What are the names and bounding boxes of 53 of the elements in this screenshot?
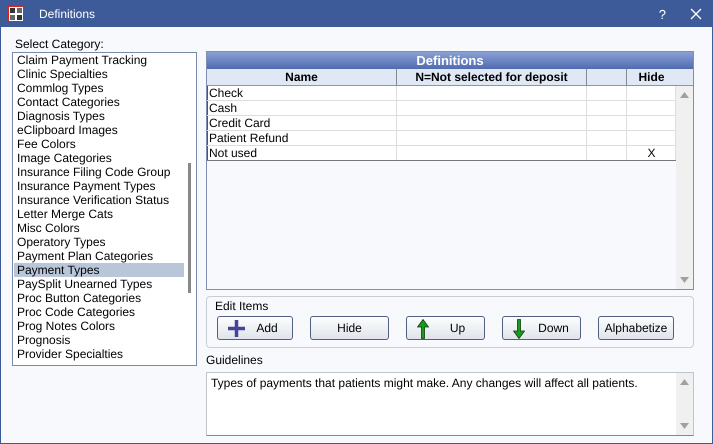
category-item[interactable]: Fee Colors — [14, 137, 184, 151]
edit-button[interactable]: Add — [217, 316, 293, 340]
category-item[interactable]: Image Categories — [14, 151, 184, 165]
category-item[interactable]: PaySplit Unearned Types — [14, 277, 184, 291]
category-item[interactable]: Misc Colors — [14, 221, 184, 235]
table-cell: Credit Card — [207, 116, 397, 130]
category-item[interactable]: Insurance Verification Status — [14, 193, 184, 207]
edit-button[interactable]: Down — [502, 316, 581, 340]
grid-title: Definitions — [207, 52, 693, 69]
edit-button[interactable]: Hide — [310, 316, 389, 340]
table-cell: Patient Refund — [207, 131, 397, 145]
category-item[interactable]: Proc Code Categories — [14, 305, 184, 319]
category-item[interactable]: Operatory Types — [14, 235, 184, 249]
group-label: Edit Items — [215, 299, 268, 313]
category-item[interactable]: Commlog Types — [14, 81, 184, 95]
category-item[interactable]: eClipboard Images — [14, 123, 184, 137]
scrollbar[interactable] — [676, 86, 693, 289]
help-button[interactable]: ? — [654, 6, 670, 22]
scroll-down-icon[interactable] — [680, 423, 689, 429]
guidelines-label: Guidelines — [206, 353, 264, 367]
edit-button[interactable]: Up — [406, 316, 485, 340]
category-item[interactable]: Provider Specialties — [14, 347, 184, 361]
close-icon[interactable] — [690, 8, 702, 20]
arrow-down-icon — [513, 319, 525, 339]
category-label: Select Category: — [15, 37, 105, 51]
table-cell: Check — [207, 86, 397, 100]
category-item[interactable]: Insurance Payment Types — [14, 179, 184, 193]
plus-icon — [228, 320, 245, 337]
category-item[interactable]: Prognosis — [14, 333, 184, 347]
scroll-up-icon[interactable] — [680, 92, 689, 98]
arrow-up-icon — [417, 319, 429, 339]
scroll-up-icon[interactable] — [680, 379, 689, 385]
category-item[interactable]: Proc Button Categories — [14, 291, 184, 305]
column-header: Hide — [637, 69, 666, 85]
edit-button[interactable]: Alphabetize — [598, 316, 674, 340]
category-item[interactable]: Payment Types — [14, 263, 184, 277]
category-item[interactable]: Letter Merge Cats — [14, 207, 184, 221]
window-title: Definitions — [39, 7, 96, 21]
category-item[interactable]: Insurance Filing Code Group — [14, 165, 184, 179]
table-cell: Not used — [207, 146, 397, 160]
category-item[interactable]: Contact Categories — [14, 95, 184, 109]
table-cell: Cash — [207, 101, 397, 115]
category-item[interactable]: Clinic Specialties — [14, 67, 184, 81]
scrollbar[interactable] — [676, 373, 693, 435]
category-item[interactable]: Prog Notes Colors — [14, 319, 184, 333]
category-item[interactable]: Diagnosis Types — [14, 109, 184, 123]
guidelines-field[interactable]: Types of payments that patients might make. Any changes will affect all patients. — [206, 372, 694, 436]
column-header: N=Not selected for deposit — [397, 69, 587, 85]
column-header: Name — [207, 69, 397, 85]
grid-icon — [8, 6, 24, 22]
category-item[interactable]: Payment Plan Categories — [14, 249, 184, 263]
category-item[interactable]: Claim Payment Tracking — [14, 53, 184, 67]
scroll-down-icon[interactable] — [680, 277, 689, 283]
